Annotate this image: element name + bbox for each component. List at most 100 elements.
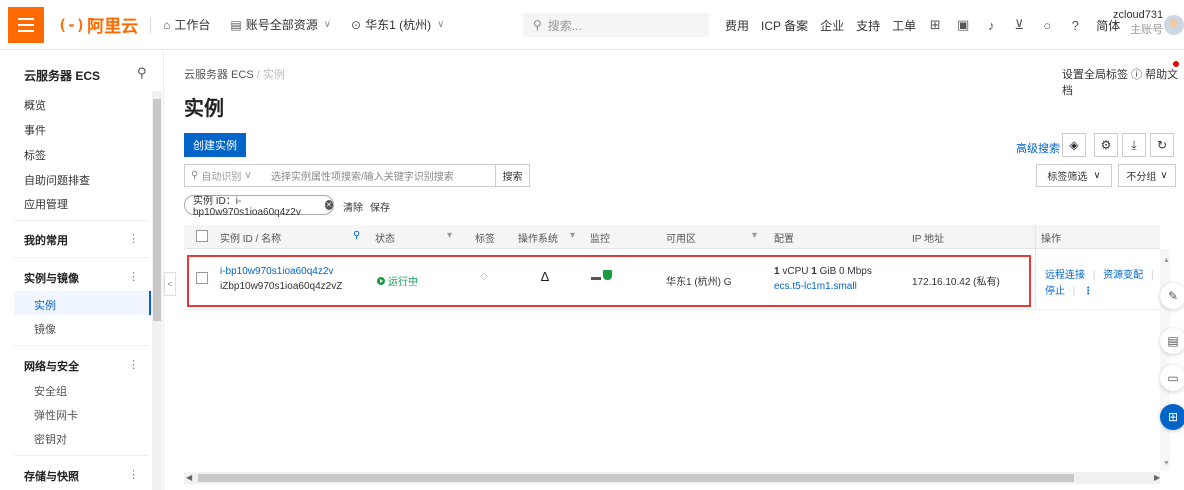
sidebar-collapse-button[interactable]: <	[164, 272, 176, 296]
scroll-right-icon[interactable]: ▶	[1154, 473, 1160, 482]
region-label: 华东1 (杭州)	[365, 18, 432, 32]
gear-icon[interactable]: ⚙	[1094, 133, 1118, 157]
chevron-down-icon: ∨	[1160, 170, 1168, 181]
cart-icon[interactable]: ⊻	[1012, 17, 1026, 33]
save-filters-link[interactable]: 保存	[370, 199, 390, 214]
apps-icon[interactable]: ⊞	[1160, 404, 1184, 430]
sidebar-group-favorites[interactable]: 我的常用	[24, 232, 68, 248]
column-header-actions: 操作	[1041, 234, 1061, 245]
chevron-down-icon: ∨	[1093, 170, 1101, 181]
clear-filters-link[interactable]: 清除	[343, 199, 363, 214]
help-icon[interactable]: ?	[1068, 18, 1082, 33]
sidebar-item-security-group[interactable]: 安全组	[34, 383, 67, 399]
ticket-link[interactable]: 工单	[892, 17, 916, 34]
column-header-id: 实例 ID / 名称	[220, 234, 282, 245]
divider	[14, 345, 148, 346]
bell-icon[interactable]: ♪	[984, 18, 998, 33]
sidebar-item-app-mgmt[interactable]: 应用管理	[24, 196, 68, 212]
row-actions-2: 停止 | ⋮	[1045, 282, 1093, 297]
sidebar-item-tags[interactable]: 标签	[24, 147, 46, 163]
support-link[interactable]: 支持	[856, 17, 880, 34]
group-filter-dropdown[interactable]: 不分组 ∨	[1118, 164, 1176, 187]
icp-link[interactable]: ICP 备案	[761, 17, 808, 34]
more-icon[interactable]: ⋮	[1083, 286, 1093, 297]
page-top-links: 设置全局标签 ⓘ 帮助文档	[1062, 66, 1184, 98]
filter-icon[interactable]: ▾	[447, 230, 452, 241]
sidebar-item-keypair[interactable]: 密钥对	[34, 431, 67, 447]
sidebar-item-images[interactable]: 镜像	[34, 321, 56, 337]
search-mode-dropdown[interactable]: ⚲ 自动识别 ∨	[185, 168, 271, 183]
search-button[interactable]: 搜索	[495, 165, 529, 186]
edit-icon[interactable]: ✎	[1160, 283, 1184, 309]
column-header-tag: 标签	[475, 234, 495, 245]
close-icon[interactable]: ✕	[324, 200, 333, 210]
column-header-os: 操作系统	[518, 234, 558, 245]
sidebar-group-storage[interactable]: 存储与快照	[24, 468, 79, 484]
avatar[interactable]	[1164, 15, 1184, 35]
instance-search-input[interactable]: 选择实例属性项搜索/输入关键字识别搜索	[271, 168, 495, 183]
home-icon: ⌂	[163, 17, 171, 32]
account-scope-dropdown[interactable]: ▤ 账号全部资源 ∨	[230, 16, 331, 33]
breadcrumb-separator: /	[256, 69, 260, 81]
menu-icon[interactable]	[8, 6, 44, 43]
group-filter-label: 不分组	[1126, 172, 1157, 183]
create-instance-button[interactable]: 创建实例	[184, 133, 246, 157]
search-icon[interactable]: ⚲	[353, 230, 360, 241]
sidebar-group-network-security[interactable]: 网络与安全	[24, 358, 79, 374]
sidebar-item-events[interactable]: 事件	[24, 122, 46, 138]
sidebar-item-instances[interactable]: 实例	[34, 297, 56, 313]
divider	[150, 16, 152, 33]
more-icon[interactable]: ⋮	[128, 270, 139, 283]
help-circle-icon: ⓘ	[1131, 69, 1143, 81]
logo[interactable]: (-) 阿里云	[58, 12, 138, 37]
workbench-label: 工作台	[174, 18, 211, 32]
scroll-down-icon[interactable]: ▼	[1163, 460, 1170, 467]
breadcrumb: 云服务器 ECS / 实例	[184, 66, 285, 82]
more-icon[interactable]: ⋮	[128, 358, 139, 371]
cloud-shell-icon[interactable]: ⊞	[928, 17, 942, 33]
account-scope-label: 账号全部资源	[245, 18, 318, 32]
tag-filter-dropdown[interactable]: 标签筛选 ∨	[1036, 164, 1112, 187]
more-icon[interactable]: ⋮	[128, 232, 139, 245]
filter-icon[interactable]: ▾	[570, 230, 575, 241]
scroll-up-icon[interactable]: ▲	[1163, 257, 1170, 264]
region-dropdown[interactable]: ⊙ 华东1 (杭州) ∨	[351, 16, 444, 33]
fees-link[interactable]: 费用	[725, 17, 749, 34]
remote-connect-link[interactable]: 远程连接	[1045, 270, 1085, 281]
download-icon[interactable]: ⤓	[1122, 133, 1146, 157]
search-icon[interactable]: ⚲	[137, 65, 147, 81]
stop-link[interactable]: 停止	[1045, 286, 1065, 297]
resource-icon: ▤	[230, 17, 242, 32]
book-icon[interactable]: ▤	[1160, 328, 1184, 354]
search-icon: ⚲	[533, 18, 542, 32]
global-tags-link[interactable]: 设置全局标签	[1062, 69, 1128, 81]
workbench-link[interactable]: ⌂ 工作台	[163, 16, 210, 33]
divider	[14, 257, 148, 258]
global-search-input[interactable]: ⚲ 搜索...	[523, 13, 709, 37]
scroll-left-icon[interactable]: ◀	[186, 473, 192, 482]
user-name: zcloud731	[1113, 9, 1164, 21]
horizontal-scrollbar-thumb[interactable]	[198, 474, 1074, 482]
more-icon[interactable]: ⋮	[128, 468, 139, 481]
breadcrumb-root[interactable]: 云服务器 ECS	[184, 69, 254, 81]
advanced-search-link[interactable]: 高级搜索	[1016, 140, 1060, 156]
top-right-nav: 费用 ICP 备案 企业 支持 工单 ⊞ ▣ ♪ ⊻ ○ ? 简体	[725, 0, 1132, 50]
layers-icon[interactable]: ◈	[1062, 133, 1086, 157]
enterprise-link[interactable]: 企业	[820, 17, 844, 34]
terminal-icon[interactable]: ▣	[956, 17, 970, 33]
change-config-link[interactable]: 资源变配	[1103, 270, 1143, 281]
bulb-icon[interactable]: ○	[1040, 18, 1054, 33]
filter-icon[interactable]: ▾	[752, 230, 757, 241]
divider	[14, 455, 148, 456]
refresh-icon[interactable]: ↻	[1150, 133, 1174, 157]
sidebar-group-instances-images[interactable]: 实例与镜像	[24, 270, 79, 286]
sidebar-scrollbar-thumb[interactable]	[153, 99, 161, 321]
sidebar-item-troubleshoot[interactable]: 自助问题排查	[24, 172, 90, 188]
select-all-checkbox[interactable]	[196, 230, 208, 242]
user-info[interactable]: zcloud731 主账号	[1113, 8, 1163, 38]
sidebar-item-overview[interactable]: 概览	[24, 97, 46, 113]
highlight-box	[187, 255, 1031, 307]
chat-icon[interactable]: ▭	[1160, 365, 1184, 391]
sidebar-item-eni[interactable]: 弹性网卡	[34, 407, 78, 423]
table-vertical-scrollbar[interactable]	[1160, 249, 1170, 470]
